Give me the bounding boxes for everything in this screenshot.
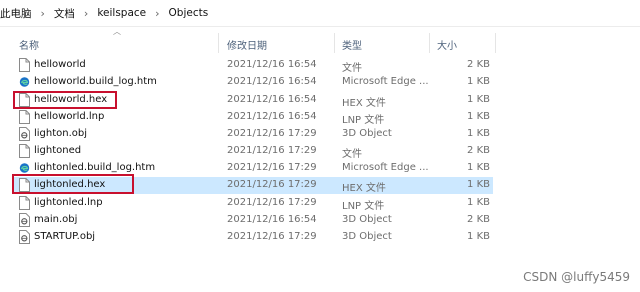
- file-size: 1 KB: [467, 128, 490, 139]
- file-size: 1 KB: [467, 179, 490, 190]
- file-row[interactable]: helloworld 2021/12/16 16:54 文件 2 KB: [0, 57, 640, 74]
- file-name: lightonled.lnp: [34, 197, 103, 208]
- file-size: 2 KB: [467, 59, 490, 70]
- file-size: 1 KB: [467, 231, 490, 242]
- breadcrumb-item-keilspace[interactable]: keilspace: [97, 7, 146, 19]
- file-date: 2021/12/16 17:29: [227, 231, 317, 242]
- file-size: 1 KB: [467, 162, 490, 173]
- file-name: STARTUP.obj: [34, 231, 96, 242]
- file-type: LNP 文件: [342, 201, 385, 212]
- file-row[interactable]: helloworld.build_log.htm 2021/12/16 16:54…: [0, 74, 640, 91]
- file-date: 2021/12/16 16:54: [227, 59, 317, 70]
- column-header-date[interactable]: 修改日期: [227, 37, 267, 52]
- file-date: 2021/12/16 16:54: [227, 94, 317, 105]
- file-type: Microsoft Edge ...: [342, 162, 429, 173]
- file-type: Microsoft Edge ...: [342, 76, 429, 87]
- address-bar[interactable]: 此电脑 › 文档 › keilspace › Objects: [0, 0, 640, 27]
- breadcrumb-item-this-pc[interactable]: 此电脑: [0, 6, 32, 21]
- breadcrumb-item-objects[interactable]: Objects: [169, 7, 209, 19]
- file-type: HEX 文件: [342, 183, 386, 194]
- file-date: 2021/12/16 17:29: [227, 179, 317, 190]
- file-size: 2 KB: [467, 214, 490, 225]
- file-date: 2021/12/16 16:54: [227, 76, 317, 87]
- file-date: 2021/12/16 17:29: [227, 128, 317, 139]
- file-row[interactable]: lightoned 2021/12/16 17:29 文件 2 KB: [0, 143, 640, 160]
- file-size: 1 KB: [467, 94, 490, 105]
- file-size: 2 KB: [467, 145, 490, 156]
- breadcrumb-separator-icon: ›: [155, 6, 160, 20]
- file-size: 1 KB: [467, 111, 490, 122]
- file-name: helloworld: [34, 59, 86, 70]
- file-row[interactable]: STARTUP.obj 2021/12/16 17:29 3D Object 1 KB: [0, 229, 640, 246]
- file-date: 2021/12/16 17:29: [227, 162, 317, 173]
- file-type: LNP 文件: [342, 115, 385, 126]
- column-header-size[interactable]: 大小: [437, 37, 457, 52]
- breadcrumb-item-documents[interactable]: 文档: [54, 6, 75, 21]
- file-row[interactable]: main.obj 2021/12/16 16:54 3D Object 2 KB: [0, 212, 640, 229]
- breadcrumb-separator-icon: ›: [83, 6, 89, 20]
- file-row[interactable]: lighton.obj 2021/12/16 17:29 3D Object 1 KB: [0, 126, 640, 143]
- file-size: 1 KB: [467, 197, 490, 208]
- column-divider[interactable]: [218, 33, 219, 53]
- file-row[interactable]: helloworld.lnp 2021/12/16 16:54 LNP 文件 1 KB: [0, 109, 640, 126]
- file-name: lighton.obj: [34, 128, 88, 139]
- file-name: helloworld.lnp: [34, 111, 105, 122]
- column-divider[interactable]: [495, 33, 496, 53]
- file-name: lightonled.build_log.htm: [34, 162, 156, 173]
- file-type: HEX 文件: [342, 98, 386, 109]
- file-date: 2021/12/16 16:54: [227, 214, 317, 225]
- file-type: 3D Object: [342, 214, 392, 225]
- breadcrumb-separator-icon: ›: [40, 6, 45, 20]
- file-size: 1 KB: [467, 76, 490, 87]
- file-date: 2021/12/16 16:54: [227, 111, 317, 122]
- column-divider[interactable]: [334, 33, 335, 53]
- highlight-box-lightonled-hex: [12, 174, 134, 194]
- column-header-type[interactable]: 类型: [342, 37, 362, 52]
- column-divider[interactable]: [429, 33, 430, 53]
- file-type: 3D Object: [342, 231, 392, 242]
- file-name: helloworld.build_log.htm: [34, 76, 157, 87]
- file-date: 2021/12/16 17:29: [227, 145, 317, 156]
- column-header-row: 名称 修改日期 类型 大小: [0, 33, 640, 55]
- file-row[interactable]: lightonled.lnp 2021/12/16 17:29 LNP 文件 1 KB: [0, 195, 640, 212]
- highlight-box-helloworld-hex: [13, 91, 117, 109]
- file-type: 文件: [342, 149, 362, 160]
- file-date: 2021/12/16 17:29: [227, 197, 317, 208]
- file-name: lightoned: [34, 145, 82, 156]
- file-name: main.obj: [34, 214, 78, 225]
- file-type: 3D Object: [342, 128, 392, 139]
- column-header-name[interactable]: 名称: [19, 37, 39, 52]
- watermark: CSDN @luffy5459: [523, 270, 630, 284]
- file-type: 文件: [342, 63, 362, 74]
